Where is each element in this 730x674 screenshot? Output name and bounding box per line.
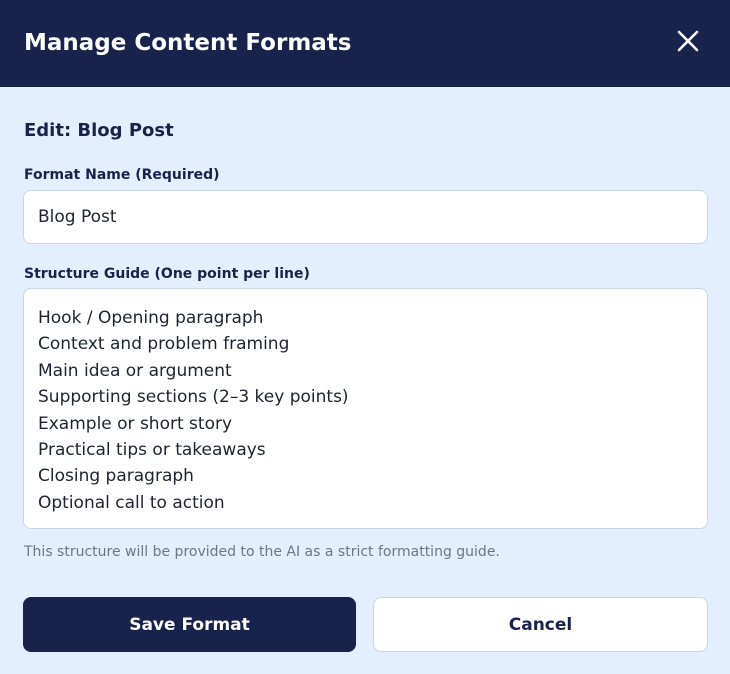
structure-line: Practical tips or takeaways	[38, 440, 266, 461]
close-button[interactable]	[672, 25, 704, 57]
format-name-input[interactable]	[23, 190, 708, 244]
format-name-label: Format Name (Required)	[24, 167, 220, 183]
edit-section-title: Edit: Blog Post	[24, 120, 174, 141]
structure-guide-textarea[interactable]: Hook / Opening paragraph Context and pro…	[23, 288, 708, 529]
structure-line: Context and problem framing	[38, 334, 290, 355]
structure-line: Example or short story	[38, 413, 233, 434]
structure-help-text: This structure will be provided to the A…	[24, 544, 500, 560]
dialog-header: Manage Content Formats	[0, 0, 730, 87]
structure-line: Optional call to action	[38, 492, 225, 513]
dialog-title: Manage Content Formats	[24, 30, 352, 56]
manage-formats-dialog: Manage Content Formats Edit: Blog Post F…	[0, 0, 730, 674]
save-format-button[interactable]: Save Format	[23, 597, 356, 652]
structure-line: Supporting sections (2–3 key points)	[38, 387, 349, 408]
structure-line: Closing paragraph	[38, 466, 194, 487]
structure-line: Hook / Opening paragraph	[38, 308, 264, 328]
structure-line: Main idea or argument	[38, 360, 232, 381]
cancel-button[interactable]: Cancel	[373, 597, 708, 652]
structure-guide-label: Structure Guide (One point per line)	[24, 266, 310, 282]
close-icon	[677, 30, 699, 52]
